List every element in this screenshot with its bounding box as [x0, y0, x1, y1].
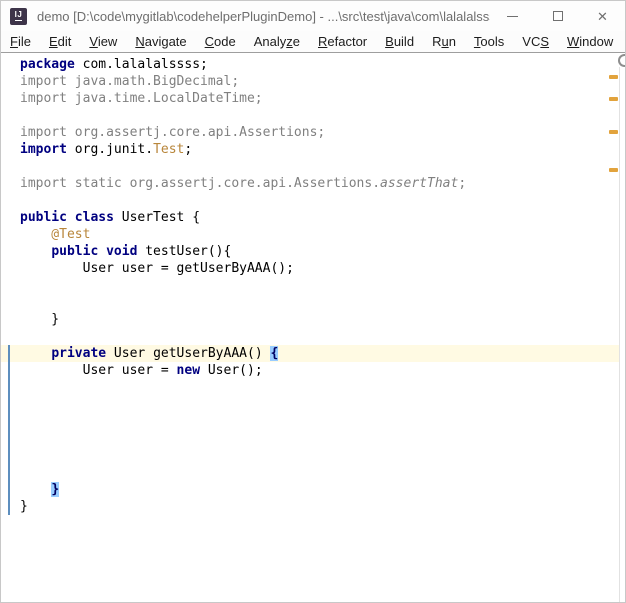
- menubar: File Edit View Navigate Code Analyze Refactor B…: [1, 31, 625, 53]
- code-line[interactable]: }: [1, 498, 625, 515]
- code-line[interactable]: [1, 328, 625, 345]
- code-line[interactable]: [1, 464, 625, 481]
- code-line[interactable]: [1, 277, 625, 294]
- code-line[interactable]: [1, 447, 625, 464]
- code-token: import java.time.LocalDateTime;: [20, 91, 263, 106]
- code-line[interactable]: public void testUser(){: [1, 243, 625, 260]
- minimize-button[interactable]: [490, 1, 535, 31]
- menu-item-analyze[interactable]: Analyze: [245, 34, 309, 49]
- code-token: }: [20, 499, 28, 514]
- intellij-window: IJ demo [D:\code\mygitlab\codehelperPlug…: [0, 0, 626, 603]
- menu-item-run[interactable]: Run: [423, 34, 465, 49]
- code-line[interactable]: import static org.assertj.core.api.Asser…: [1, 175, 625, 192]
- intellij-logo-icon: IJ: [10, 7, 27, 25]
- code-token: User user =: [20, 363, 177, 378]
- code-line[interactable]: import java.time.LocalDateTime;: [1, 90, 625, 107]
- warning-stripe-mark[interactable]: [609, 168, 618, 172]
- code-token: import java.math.BigDecimal;: [20, 74, 240, 89]
- menu-item-file[interactable]: File: [1, 34, 40, 49]
- code-token: private: [51, 346, 107, 361]
- code-token: Test: [153, 142, 185, 157]
- window-controls: ✕: [490, 1, 625, 31]
- close-icon: ✕: [597, 8, 608, 24]
- code-line[interactable]: import org.assertj.core.api.Assertions;: [1, 124, 625, 141]
- inspections-widget-icon[interactable]: [618, 54, 625, 67]
- code-line[interactable]: [1, 413, 625, 430]
- menu-item-window[interactable]: Window: [558, 34, 622, 49]
- code-token: import: [20, 142, 67, 157]
- code-line[interactable]: import org.junit.Test;: [1, 141, 625, 158]
- code-line[interactable]: @Test: [1, 226, 625, 243]
- menu-item-edit[interactable]: Edit: [40, 34, 80, 49]
- code-line[interactable]: public class UserTest {: [1, 209, 625, 226]
- code-line[interactable]: package com.lalalalssss;: [1, 56, 625, 73]
- warning-stripe-mark[interactable]: [609, 97, 618, 101]
- code-line[interactable]: }: [1, 481, 625, 498]
- code-token: UserTest {: [113, 210, 201, 225]
- warning-stripe-mark[interactable]: [609, 75, 618, 79]
- code-token: import static org.assertj.core.api.Asser…: [20, 176, 381, 191]
- code-token: {: [270, 346, 279, 361]
- code-token: @Test: [20, 227, 91, 242]
- code-token: new: [176, 363, 201, 378]
- code-token: assertThat: [380, 176, 459, 191]
- code-token: User getUserByAAA(): [106, 346, 271, 361]
- menu-item-refactor[interactable]: Refactor: [309, 34, 376, 49]
- code-token: package: [20, 57, 75, 72]
- change-marker[interactable]: [8, 345, 10, 515]
- code-token: public void: [51, 244, 138, 259]
- code-token: User user = getUserByAAA();: [20, 261, 294, 276]
- code-editor[interactable]: package com.lalalalssss; import java.math…: [1, 53, 625, 602]
- code-token: ;: [184, 142, 193, 157]
- maximize-button[interactable]: [535, 1, 580, 31]
- maximize-icon: [552, 11, 563, 21]
- code-lines: package com.lalalalssss; import java.math…: [1, 53, 625, 515]
- menu-item-help[interactable]: Help: [622, 34, 625, 49]
- code-token: com.lalalalssss;: [74, 57, 208, 72]
- menu-item-code[interactable]: Code: [196, 34, 245, 49]
- code-token: ;: [458, 176, 467, 191]
- code-line[interactable]: [1, 294, 625, 311]
- code-line[interactable]: [1, 158, 625, 175]
- code-line[interactable]: import java.math.BigDecimal;: [1, 73, 625, 90]
- minimize-icon: [507, 15, 518, 17]
- menu-item-view[interactable]: View: [80, 34, 126, 49]
- code-token: testUser(){: [137, 244, 232, 259]
- code-line-caret[interactable]: private User getUserByAAA() {: [1, 345, 625, 362]
- code-token: User();: [200, 363, 263, 378]
- close-button[interactable]: ✕: [580, 1, 625, 31]
- warning-stripe-mark[interactable]: [609, 130, 618, 134]
- code-line[interactable]: User user = getUserByAAA();: [1, 260, 625, 277]
- editor-scrollbar[interactable]: [619, 67, 625, 602]
- menu-item-navigate[interactable]: Navigate: [126, 34, 195, 49]
- code-token: public class: [20, 210, 114, 225]
- app-icon-label: IJ: [14, 10, 23, 21]
- code-line[interactable]: }: [1, 311, 625, 328]
- code-line[interactable]: [1, 192, 625, 209]
- code-line[interactable]: [1, 379, 625, 396]
- code-token: import org.assertj.core.api.Assertions;: [20, 125, 326, 140]
- menu-item-vcs[interactable]: VCS: [513, 34, 558, 49]
- code-line[interactable]: [1, 430, 625, 447]
- code-token: }: [20, 312, 60, 327]
- title-bar: IJ demo [D:\code\mygitlab\codehelperPlug…: [1, 1, 625, 31]
- window-title: demo [D:\code\mygitlab\codehelperPluginD…: [37, 8, 490, 24]
- menu-item-tools[interactable]: Tools: [465, 34, 513, 49]
- code-token: org.junit.: [66, 142, 154, 157]
- code-line[interactable]: [1, 107, 625, 124]
- code-line[interactable]: User user = new User();: [1, 362, 625, 379]
- code-line[interactable]: [1, 396, 625, 413]
- menu-item-build[interactable]: Build: [376, 34, 423, 49]
- code-token: }: [51, 482, 60, 497]
